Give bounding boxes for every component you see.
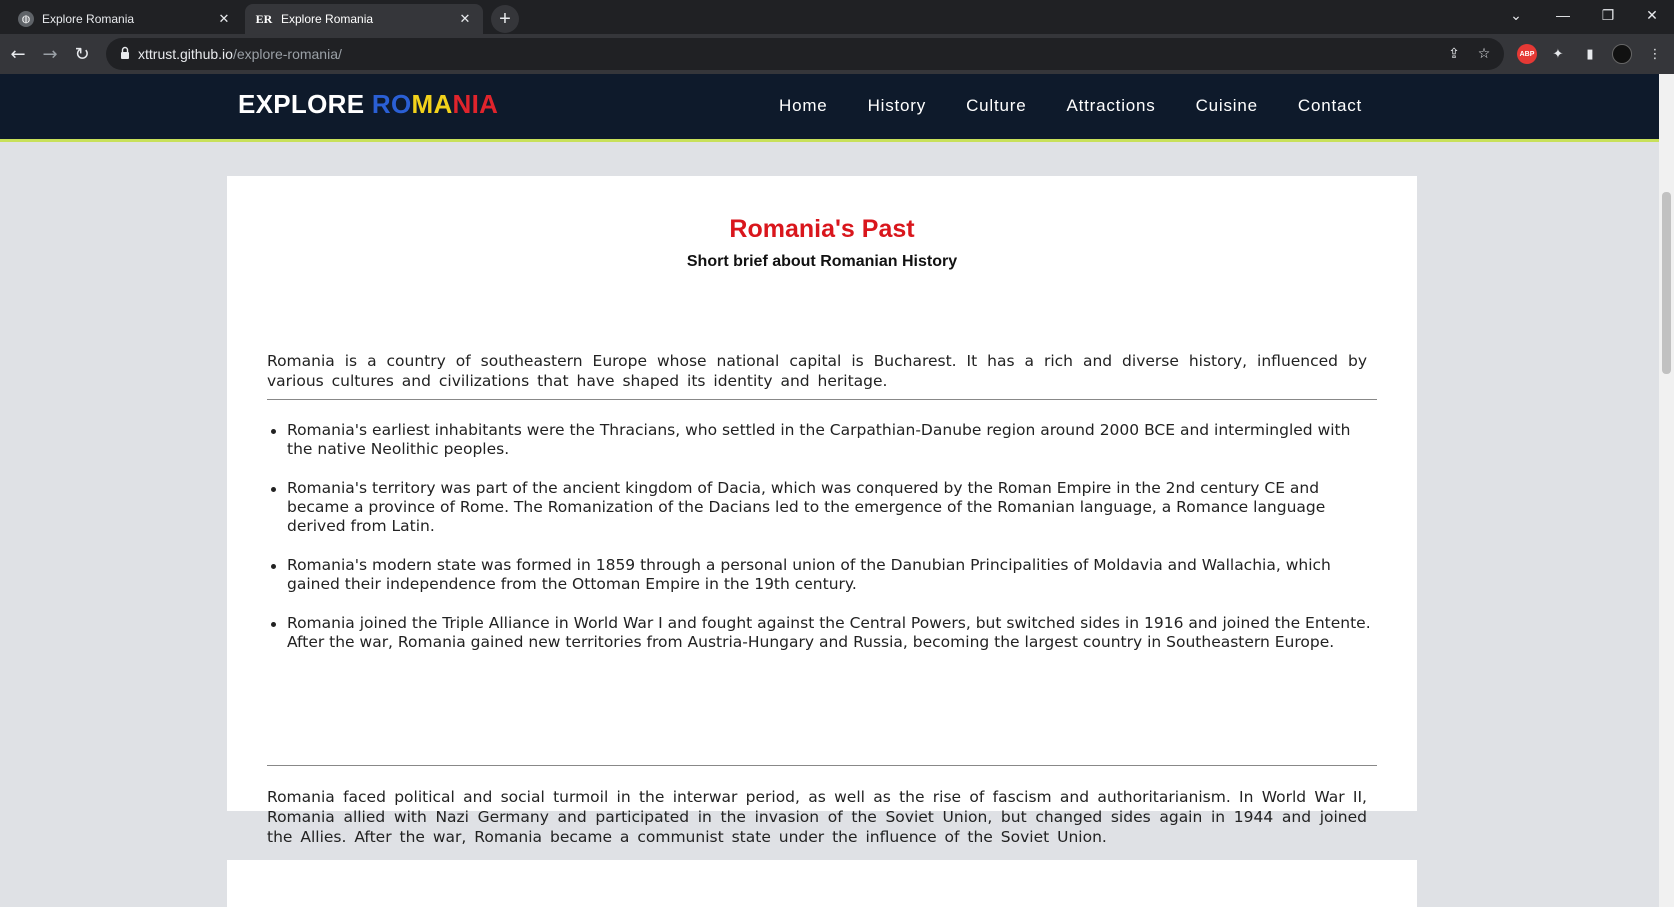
url-text: xttrust.github.io/explore-romania/ <box>138 46 342 62</box>
outro-paragraph: Romania faced political and social turmo… <box>267 788 1367 846</box>
divider <box>267 399 1377 400</box>
intro-paragraph: Romania is a country of southeastern Eur… <box>267 352 1367 390</box>
menu-kebab-icon[interactable]: ⋮ <box>1645 44 1665 64</box>
reload-icon[interactable]: ↻ <box>68 40 96 68</box>
nav-attractions[interactable]: Attractions <box>1066 96 1155 116</box>
list-item: Romania's modern state was formed in 185… <box>267 556 1377 594</box>
nav-home[interactable]: Home <box>779 96 828 116</box>
list-item: Romania joined the Triple Alliance in Wo… <box>267 614 1377 652</box>
nav-history[interactable]: History <box>868 96 927 116</box>
next-section-card <box>227 860 1417 907</box>
tab-search-icon[interactable]: ⌄ <box>1496 0 1536 30</box>
new-tab-button[interactable]: + <box>491 5 519 33</box>
back-arrow-icon[interactable]: ← <box>4 40 32 68</box>
restore-button[interactable]: ❐ <box>1588 0 1628 30</box>
er-favicon-icon: ER <box>255 11 273 26</box>
tab-strip: ◍ Explore Romania ✕ ER Explore Romania ✕… <box>0 0 1674 34</box>
bookmark-star-icon[interactable]: ☆ <box>1474 44 1494 64</box>
profile-avatar[interactable] <box>1612 44 1632 64</box>
side-panel-icon[interactable]: ▮ <box>1580 44 1600 64</box>
page-viewport: EXPLORE ROMANIA Home History Culture Att… <box>0 74 1659 907</box>
minimize-button[interactable]: — <box>1543 0 1583 30</box>
share-icon[interactable]: ⇪ <box>1444 44 1464 64</box>
window-close-button[interactable]: ✕ <box>1632 0 1672 30</box>
list-item: Romania's earliest inhabitants were the … <box>267 421 1377 459</box>
close-icon[interactable]: ✕ <box>457 11 473 27</box>
page-scrollbar[interactable] <box>1659 74 1674 907</box>
nav-cuisine[interactable]: Cuisine <box>1196 96 1258 116</box>
extensions-puzzle-icon[interactable]: ✦ <box>1548 44 1568 64</box>
browser-toolbar: ← → ↻ xttrust.github.io/explore-romania/… <box>0 34 1674 74</box>
history-bullet-list: Romania's earliest inhabitants were the … <box>267 421 1377 672</box>
lock-icon <box>121 46 129 59</box>
site-header: EXPLORE ROMANIA Home History Culture Att… <box>0 74 1659 142</box>
scrollbar-thumb[interactable] <box>1662 192 1671 374</box>
main-nav: Home History Culture Attractions Cuisine… <box>779 96 1362 116</box>
divider <box>267 765 1377 766</box>
address-bar[interactable]: xttrust.github.io/explore-romania/ ⇪ ☆ <box>106 38 1504 70</box>
site-logo[interactable]: EXPLORE ROMANIA <box>238 89 498 120</box>
list-item: Romania's territory was part of the anci… <box>267 479 1377 536</box>
tab-title: Explore Romania <box>281 12 374 26</box>
browser-tab-2[interactable]: ER Explore Romania ✕ <box>245 4 483 34</box>
tab-title: Explore Romania <box>42 12 135 26</box>
globe-icon: ◍ <box>18 11 34 27</box>
adblock-plus-icon[interactable]: ABP <box>1517 44 1537 64</box>
nav-contact[interactable]: Contact <box>1298 96 1362 116</box>
nav-culture[interactable]: Culture <box>966 96 1026 116</box>
section-subtitle: Short brief about Romanian History <box>686 253 958 270</box>
close-icon[interactable]: ✕ <box>216 11 232 27</box>
forward-arrow-icon[interactable]: → <box>36 40 64 68</box>
history-card: Romania's Past Short brief about Romania… <box>227 176 1417 846</box>
browser-tab-1[interactable]: ◍ Explore Romania ✕ <box>8 4 242 34</box>
section-title: Romania's Past <box>729 215 915 243</box>
